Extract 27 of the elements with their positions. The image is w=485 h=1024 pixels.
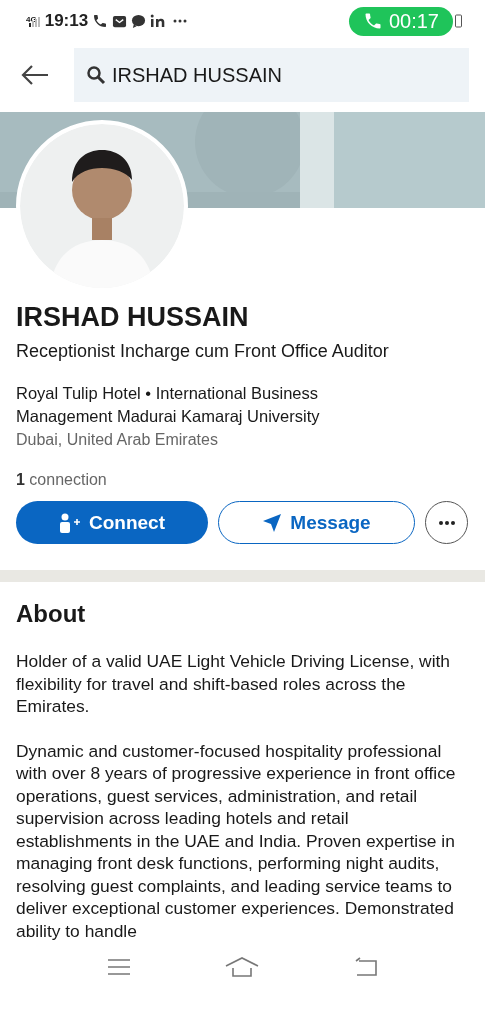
battery-icon	[455, 14, 463, 28]
chat-icon	[131, 13, 147, 29]
more-icon	[437, 519, 456, 526]
location-text: Dubai, United Arab Emirates	[16, 430, 219, 450]
about-paragraph: Dynamic and customer-focused hospitality professional with over 8 years of progressive experience in front office operations, guest services, administration, and retail supervision across leading hotels and retail establishments in the UAE and India. Proven expertise in managing front desk functions, performing night audits, resolving guest complaints, and leading service teams to deliver exceptional customer experiences. Demonstrated ability to handle	[16, 739, 457, 942]
home-icon	[225, 956, 260, 978]
menu-icon	[107, 958, 132, 976]
profile-name: IRSHAD HUSSAIN	[16, 302, 250, 333]
more-notifications-icon	[172, 18, 189, 24]
back-button[interactable]	[20, 64, 50, 86]
connection-count: 1 connection	[16, 471, 108, 489]
more-button[interactable]	[425, 501, 468, 544]
status-time: 19:13	[44, 11, 89, 31]
connect-button[interactable]: Connect	[16, 501, 208, 544]
section-title: About	[16, 600, 87, 628]
add-person-icon	[59, 512, 81, 533]
search-field[interactable]: IRSHAD HUSSAIN	[74, 48, 469, 102]
about-paragraph: Holder of a valid UAE Light Vehicle Driving License, with flexibility for travel and shift-based roles across the Emirates.	[16, 650, 452, 718]
back-icon	[353, 957, 378, 977]
message-button[interactable]: Message	[218, 501, 415, 544]
mail-icon	[112, 13, 128, 29]
search-icon	[86, 65, 106, 85]
send-icon	[262, 512, 283, 533]
phone-icon	[92, 13, 109, 29]
education-text: Royal Tulip Hotel • International Business Management Madurai Kamaraj University	[16, 383, 321, 427]
headline: Receptionist Incharge cum Front Office Auditor	[16, 341, 390, 362]
signal-icon	[28, 15, 41, 27]
